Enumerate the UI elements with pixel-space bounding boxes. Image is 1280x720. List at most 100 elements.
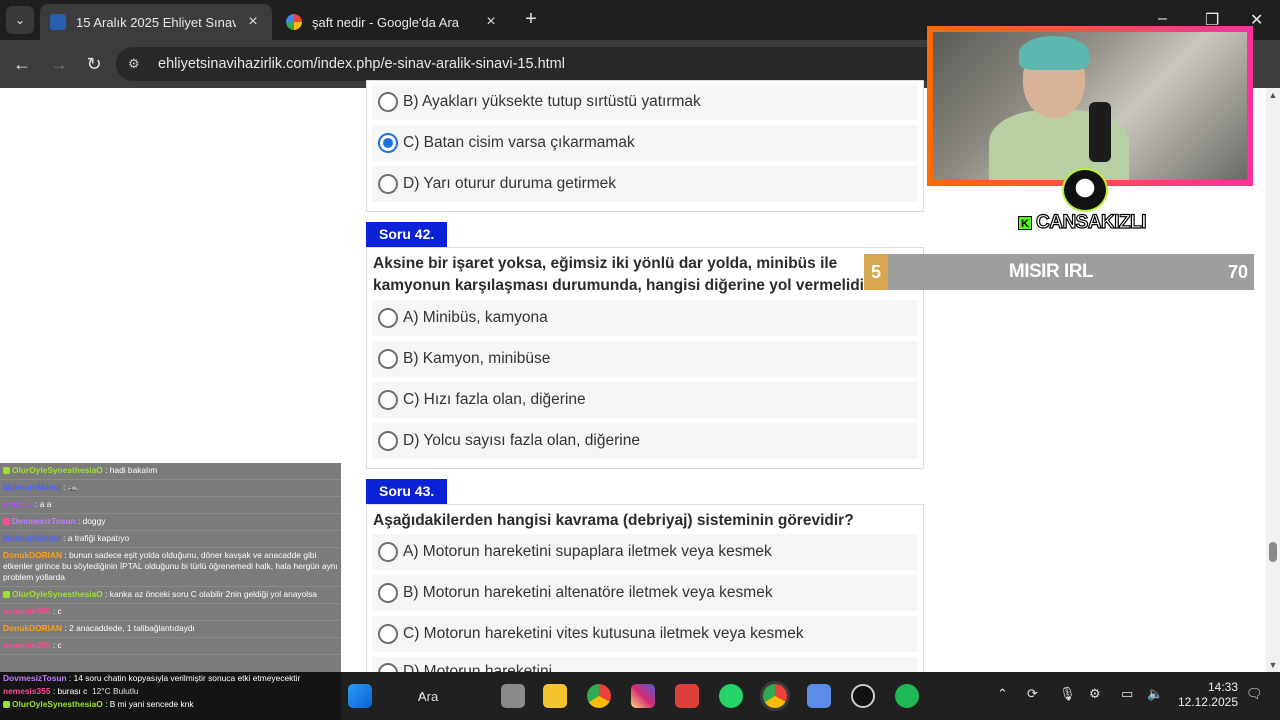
option-text: A) Motorun hareketini supaplara iletmek … bbox=[403, 543, 772, 560]
tab-google[interactable]: şaft nedir - Google'da Ara × bbox=[276, 4, 510, 40]
rank-count: 70 bbox=[1227, 261, 1248, 282]
tab-title: 15 Aralık 2025 Ehliyet Sınavı Ha bbox=[76, 14, 236, 30]
sync-icon[interactable]: ⟳ bbox=[1027, 686, 1038, 702]
answer-option[interactable]: C) Hızı fazla olan, diğerine bbox=[372, 382, 918, 418]
answer-option[interactable]: C) Batan cisim varsa çıkarmamak bbox=[372, 125, 918, 161]
microphone-icon[interactable]: 🎙 bbox=[1059, 686, 1076, 702]
google-favicon-icon bbox=[286, 14, 302, 30]
weather-desc: Bulutlu bbox=[112, 686, 139, 696]
file-explorer-icon[interactable] bbox=[543, 684, 567, 708]
scroll-up-icon[interactable]: ▲ bbox=[1268, 90, 1278, 100]
tab-list-button[interactable]: ⌄ bbox=[6, 6, 34, 34]
task-view-icon[interactable] bbox=[501, 684, 525, 708]
radio-button[interactable] bbox=[378, 390, 398, 410]
network-icon[interactable]: ▭ bbox=[1121, 686, 1133, 702]
question-text: Aksine bir işaret yoksa, eğimsiz iki yön… bbox=[373, 255, 880, 294]
radio-button[interactable] bbox=[378, 174, 398, 194]
answer-option[interactable]: B) Motorun hareketini altenatöre iletmek… bbox=[372, 575, 918, 611]
answer-option[interactable]: D) Motorun hareketini … bbox=[372, 657, 918, 672]
radio-button[interactable] bbox=[378, 663, 398, 672]
microphone bbox=[1089, 102, 1111, 162]
radio-button[interactable] bbox=[378, 349, 398, 369]
chat-text: a trafiği kapatıyo bbox=[67, 533, 130, 543]
rank-position: 5 bbox=[864, 254, 888, 290]
chat-text: 2 anacaddede, 1 talibağlantıdaydı bbox=[69, 623, 195, 633]
answer-option[interactable]: A) Motorun hareketini supaplara iletmek … bbox=[372, 534, 918, 570]
chat-message: nemesis355 : c bbox=[0, 604, 341, 621]
chat-user: nemesis355 bbox=[3, 640, 51, 650]
system-clock[interactable]: 14:33 12.12.2025 bbox=[1176, 680, 1238, 710]
page-scrollbar[interactable]: ▲ ▼ bbox=[1266, 88, 1280, 672]
arrow-left-icon[interactable]: ← bbox=[10, 52, 34, 76]
option-text: D) Motorun hareketini … bbox=[403, 663, 572, 672]
chevron-up-icon[interactable]: ⌃ bbox=[997, 686, 1008, 702]
badge-icon bbox=[3, 467, 10, 474]
chat-message: OlurOyleSynesthesiaO : hadi bakalım bbox=[0, 463, 341, 480]
app-blue-icon[interactable] bbox=[807, 684, 831, 708]
chat-text: 14 soru chatin kopyasıyla verilmiştir so… bbox=[73, 673, 301, 683]
windows-taskbar: ⌕ Ara ⌃ ⟳ 🎙 ⚙ ▭ 🔈 14:33 12.12.2025 🗨 bbox=[341, 672, 1280, 720]
question-text: Aşağıdakilerden hangisi kavrama (debriya… bbox=[373, 512, 854, 529]
kick-logo-icon: K bbox=[1018, 216, 1032, 230]
radio-button-checked[interactable] bbox=[378, 133, 398, 153]
chat-message: nemesis355 : burası c 12°C Bulutlu bbox=[3, 686, 139, 696]
taskbar-search[interactable]: ⌕ Ara bbox=[388, 682, 474, 710]
radio-button[interactable] bbox=[378, 583, 398, 603]
chrome-icon[interactable] bbox=[587, 684, 611, 708]
badge-icon bbox=[3, 591, 10, 598]
scroll-down-icon[interactable]: ▼ bbox=[1268, 660, 1278, 670]
windows-start-icon[interactable] bbox=[348, 684, 372, 708]
clock-date: 12.12.2025 bbox=[1177, 695, 1238, 709]
reload-icon[interactable]: ↻ bbox=[82, 52, 106, 76]
instagram-icon[interactable] bbox=[631, 684, 655, 708]
answer-option[interactable]: D) Yarı oturur duruma getirmek bbox=[372, 166, 918, 202]
option-text: D) Yarı oturur duruma getirmek bbox=[403, 175, 617, 192]
chat-text: a a bbox=[39, 499, 52, 509]
answer-option[interactable]: A) Minibüs, kamyona bbox=[372, 300, 918, 336]
question-number-badge: Soru 42. bbox=[366, 222, 448, 247]
chat-text: burası c bbox=[57, 686, 88, 696]
close-tab-icon[interactable]: × bbox=[244, 13, 262, 31]
weather-temp: 12°C bbox=[91, 686, 111, 696]
settings-icon[interactable]: ⚙ bbox=[1089, 686, 1101, 702]
notifications-icon[interactable]: 🗨 bbox=[1246, 686, 1263, 702]
chat-message: nemesis355 : c bbox=[0, 638, 341, 655]
url-text: ehliyetsinavihazirlik.com/index.php/e-si… bbox=[158, 56, 565, 72]
chat-message: MahsumMahsl : a trafiği kapatıyo bbox=[0, 531, 341, 548]
address-bar[interactable]: ⚙ ehliyetsinavihazirlik.com/index.php/e-… bbox=[116, 47, 946, 81]
streamer-tag: K CANSAKIZLI bbox=[1018, 210, 1147, 236]
close-tab-icon[interactable]: × bbox=[482, 13, 500, 31]
chat-overlay: OlurOyleSynesthesiaO : hadi bakalım Mahs… bbox=[0, 463, 341, 672]
tune-icon[interactable]: ⚙ bbox=[128, 56, 150, 72]
badge-icon bbox=[3, 518, 10, 525]
answer-option[interactable]: D) Yolcu sayısı fazla olan, diğerine bbox=[372, 423, 918, 459]
speaker-icon[interactable]: 🔈 bbox=[1147, 686, 1163, 702]
spotify-icon[interactable] bbox=[895, 684, 919, 708]
chat-text: hadi bakalım bbox=[109, 465, 158, 475]
chat-text: c bbox=[57, 640, 62, 650]
app-red-icon[interactable] bbox=[675, 684, 699, 708]
streamer-beanie bbox=[1019, 36, 1089, 70]
answer-option[interactable]: B) Ayakları yüksekte tutup sırtüstü yatı… bbox=[372, 84, 918, 120]
scrollbar-thumb[interactable] bbox=[1269, 542, 1277, 562]
chrome-active-icon[interactable] bbox=[763, 684, 787, 708]
radio-button[interactable] bbox=[378, 431, 398, 451]
tab-ehliyet[interactable]: 15 Aralık 2025 Ehliyet Sınavı Ha × bbox=[40, 4, 272, 40]
option-text: C) Batan cisim varsa çıkarmamak bbox=[403, 134, 635, 151]
radio-button[interactable] bbox=[378, 542, 398, 562]
whatsapp-icon[interactable] bbox=[719, 684, 743, 708]
answer-option[interactable]: C) Motorun hareketini vites kutusuna ile… bbox=[372, 616, 918, 652]
chat-user: umut_a bbox=[3, 499, 33, 509]
answer-option[interactable]: B) Kamyon, minibüse bbox=[372, 341, 918, 377]
new-tab-button[interactable]: + bbox=[520, 8, 542, 30]
radio-button[interactable] bbox=[378, 308, 398, 328]
radio-button[interactable] bbox=[378, 624, 398, 644]
chat-user: nemesis355 bbox=[3, 606, 51, 616]
obs-icon[interactable] bbox=[851, 684, 875, 708]
option-text: C) Hızı fazla olan, diğerine bbox=[403, 391, 586, 408]
rank-title: MISIR IRL bbox=[1008, 261, 1094, 282]
radio-button[interactable] bbox=[378, 92, 398, 112]
arrow-right-icon[interactable]: → bbox=[47, 52, 71, 76]
chat-user: OlurOyleSynesthesiaO bbox=[12, 589, 103, 599]
chat-message: DovmesizTosun : 14 soru chatin kopyasıyl… bbox=[3, 673, 301, 683]
